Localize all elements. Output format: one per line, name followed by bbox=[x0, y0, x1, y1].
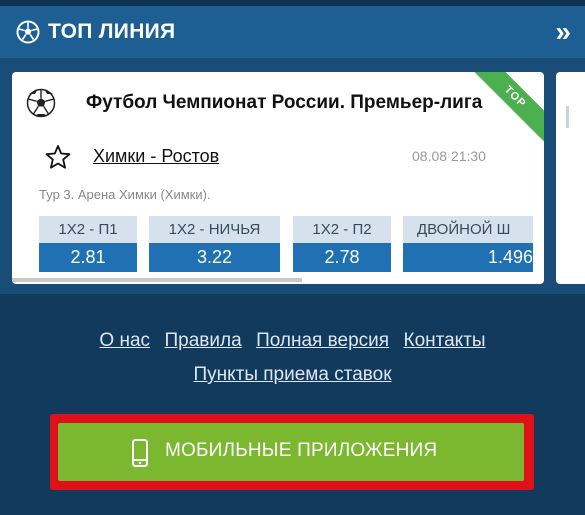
contacts-link[interactable]: Контакты bbox=[404, 330, 486, 351]
about-link[interactable]: О нас bbox=[99, 330, 150, 351]
odd-value: 2.78 bbox=[293, 243, 391, 272]
odd-label: ДВОЙНОЙ Ш bbox=[403, 216, 533, 243]
horizontal-scrollbar[interactable] bbox=[12, 278, 302, 282]
odd-button-double-chance[interactable]: ДВОЙНОЙ Ш 1.496 bbox=[403, 216, 533, 272]
league-title: Футбол Чемпионат России. Премьер-лига bbox=[86, 92, 483, 113]
bet-points-link[interactable]: Пункты приема ставок bbox=[193, 364, 391, 385]
mobile-apps-label: МОБИЛЬНЫЕ ПРИЛОЖЕНИЯ bbox=[165, 440, 438, 461]
rules-link[interactable]: Правила bbox=[165, 330, 242, 351]
next-event-card[interactable] bbox=[556, 72, 585, 284]
odd-value: 3.22 bbox=[149, 243, 280, 272]
odd-value: 2.81 bbox=[39, 243, 137, 272]
odd-label: 1X2 - П1 bbox=[39, 216, 137, 243]
favorite-star-icon[interactable] bbox=[45, 144, 71, 170]
mobile-apps-button[interactable]: МОБИЛЬНЫЕ ПРИЛОЖЕНИЯ bbox=[58, 423, 524, 481]
section-title: ТОП ЛИНИЯ bbox=[48, 20, 176, 43]
smartphone-icon bbox=[132, 439, 148, 467]
odd-label: 1X2 - П2 bbox=[293, 216, 391, 243]
odd-label: 1X2 - НИЧЬЯ bbox=[149, 216, 280, 243]
card-edge-marker bbox=[566, 106, 569, 128]
top-line-header[interactable]: ТОП ЛИНИЯ » bbox=[0, 6, 585, 58]
odd-button-p1[interactable]: 1X2 - П1 2.81 bbox=[39, 216, 137, 272]
soccer-ball-icon bbox=[26, 88, 56, 118]
footer-links: О нас Правила Полная версия Контакты Пун… bbox=[0, 326, 585, 394]
soccer-ball-icon bbox=[16, 20, 40, 44]
match-link[interactable]: Химки - Ростов bbox=[93, 146, 219, 167]
full-version-link[interactable]: Полная версия bbox=[256, 330, 389, 351]
odd-value: 1.496 bbox=[403, 243, 533, 272]
double-chevron-right-icon[interactable]: » bbox=[555, 16, 571, 48]
round-info: Тур 3. Арена Химки (Химки). bbox=[39, 187, 211, 202]
event-card[interactable]: Футбол Чемпионат России. Премьер-лига TO… bbox=[12, 72, 544, 284]
match-datetime: 08.08 21:30 bbox=[412, 148, 486, 164]
odd-button-draw[interactable]: 1X2 - НИЧЬЯ 3.22 bbox=[149, 216, 280, 272]
odd-button-p2[interactable]: 1X2 - П2 2.78 bbox=[293, 216, 391, 272]
